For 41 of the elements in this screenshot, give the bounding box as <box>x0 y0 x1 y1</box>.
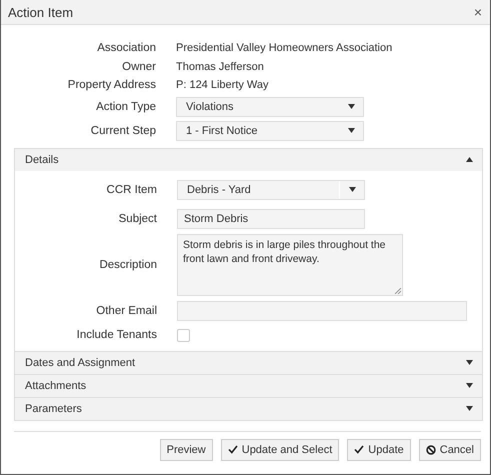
section-header[interactable]: Parameters <box>15 396 482 420</box>
input-field[interactable]: Storm Debris <box>177 208 365 228</box>
field-label: Current Step <box>90 124 157 136</box>
field-label: Owner <box>121 60 157 73</box>
checkbox[interactable] <box>177 328 190 342</box>
field-label: Action Type <box>95 100 157 112</box>
field-value: Presidential Valley Homeowners Association <box>176 42 392 54</box>
caret-icon <box>466 406 473 411</box>
field-label: Other Email <box>95 304 158 316</box>
field-label: Property Address <box>66 79 157 92</box>
dropdown[interactable]: Violations <box>176 96 364 116</box>
caret-icon <box>348 128 355 133</box>
dropdown[interactable]: 1 - First Notice <box>176 120 364 140</box>
caret-icon <box>348 187 356 192</box>
window-title: Action Item <box>8 4 74 20</box>
action-button[interactable]: Update and Select <box>220 438 340 460</box>
caret-icon <box>466 157 473 162</box>
field-value: Thomas Jefferson <box>176 60 264 73</box>
input-field[interactable] <box>177 300 467 320</box>
caret-icon <box>466 383 473 388</box>
action-button[interactable]: Preview <box>160 438 213 460</box>
section-header[interactable]: Attachments <box>15 374 482 396</box>
field-label: CCR Item <box>106 184 158 196</box>
check-icon <box>354 445 364 454</box>
field-label: Subject <box>118 212 158 224</box>
text-area[interactable]: Storm debris is in large piles throughout the front lawn and front driveway. <box>177 234 403 296</box>
close-button[interactable]: × <box>474 4 482 20</box>
caret-icon <box>466 360 473 365</box>
check-icon <box>228 445 238 454</box>
action-button[interactable]: Update <box>347 438 411 460</box>
cancel-icon <box>426 444 436 454</box>
action-button[interactable]: Cancel <box>418 438 481 460</box>
section-header[interactable]: Dates and Assignment <box>15 350 482 374</box>
field-value: P: 124 Liberty Way <box>176 79 269 92</box>
field-label: Description <box>98 258 158 270</box>
section-header[interactable]: Details <box>15 148 482 170</box>
field-label: Association <box>96 42 157 54</box>
caret-icon <box>348 104 355 109</box>
field-label: Include Tenants <box>76 329 158 341</box>
dropdown[interactable]: Debris - Yard <box>177 180 365 200</box>
resize-grip-icon[interactable] <box>395 288 401 294</box>
